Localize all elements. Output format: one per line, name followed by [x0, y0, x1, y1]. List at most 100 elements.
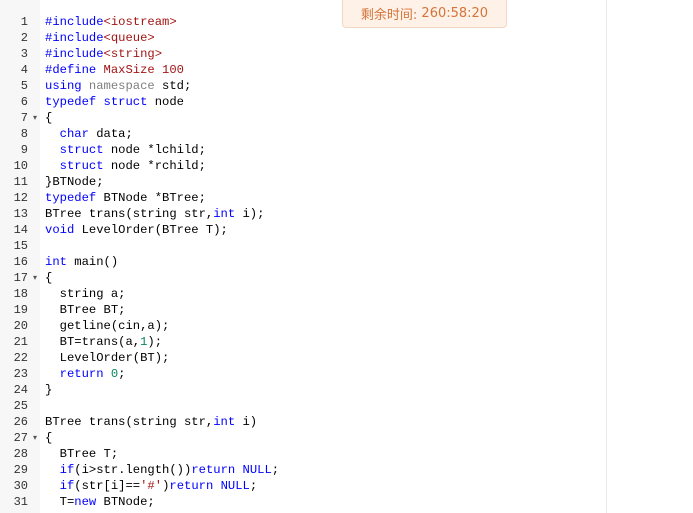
code-line[interactable]: 11}BTNode;	[0, 174, 606, 190]
code-line[interactable]: 6 typedef struct node	[0, 94, 606, 110]
code-line[interactable]: 24}	[0, 382, 606, 398]
code-token: {	[45, 111, 53, 125]
fold-toggle-icon[interactable]: ▾	[31, 430, 39, 446]
code-token: node *rchild;	[110, 159, 206, 173]
code-text: #include<iostream>	[45, 14, 177, 30]
code-token: return	[169, 479, 221, 493]
code-line[interactable]: 10 struct node *rchild;	[0, 158, 606, 174]
code-token: struct	[103, 95, 155, 109]
line-number: 26	[13, 415, 28, 429]
code-token: typedef	[45, 191, 104, 205]
code-line[interactable]: 15	[0, 238, 606, 254]
code-token: struct	[59, 159, 111, 173]
code-line[interactable]: 30 if(str[i]=='#')return NULL;	[0, 478, 606, 494]
code-line[interactable]: 27 ▾ {	[0, 430, 606, 446]
code-token: return	[59, 367, 111, 381]
code-line[interactable]: 29 if(i>str.length())return NULL;	[0, 462, 606, 478]
code-line[interactable]: 8 char data;	[0, 126, 606, 142]
code-token: <queue>	[103, 31, 155, 45]
code-text: using namespace std;	[45, 78, 191, 94]
line-number: 1	[20, 15, 28, 29]
code-text: #include<queue>	[45, 30, 155, 46]
code-token: <iostream>	[103, 15, 177, 29]
line-number: 30	[13, 479, 28, 493]
line-number: 20	[13, 319, 28, 333]
code-text: struct node *lchild;	[45, 142, 206, 158]
line-number: 23	[13, 367, 28, 381]
code-token: BTNode *BTree;	[103, 191, 206, 205]
line-number: 15	[13, 239, 28, 253]
code-text: BTree BT;	[45, 302, 126, 318]
code-token: BTree trans(string str,	[45, 207, 214, 221]
code-text: #define MaxSize 100	[45, 62, 184, 78]
code-text: BTree trans(string str,int i);	[45, 206, 264, 222]
code-token: BT=trans(a,	[45, 335, 141, 349]
code-token: return	[191, 463, 243, 477]
code-token: }	[45, 383, 53, 397]
line-number: 13	[13, 207, 28, 221]
code-line[interactable]: 18 string a;	[0, 286, 606, 302]
code-token: (i>str.length())	[74, 463, 192, 477]
code-line[interactable]: 4 #define MaxSize 100	[0, 62, 606, 78]
code-token: NULL	[242, 463, 272, 477]
line-number: 10	[13, 159, 28, 173]
code-text: }	[45, 382, 52, 398]
code-line[interactable]: 31 T=new BTNode;	[0, 494, 606, 510]
line-number: 12	[13, 191, 28, 205]
code-text: #include<string>	[45, 46, 162, 62]
code-line[interactable]: 9 struct node *lchild;	[0, 142, 606, 158]
code-editor[interactable]: 1 #include<iostream> 2 #include<queue> 3 #inc…	[0, 0, 606, 513]
code-token: i)	[242, 415, 258, 429]
line-number: 31	[13, 495, 28, 509]
code-text: if(str[i]=='#')return NULL;	[45, 478, 258, 494]
code-token: int	[213, 207, 243, 221]
code-line[interactable]: 12 typedef BTNode *BTree;	[0, 190, 606, 206]
right-pane	[607, 0, 693, 513]
code-line[interactable]: 25	[0, 398, 606, 414]
code-token: getline(cin,a);	[45, 319, 170, 333]
code-token: typedef	[45, 95, 104, 109]
timer-value: 260:58:20	[421, 6, 489, 21]
code-line[interactable]: 26 BTree trans(string str,int i)	[0, 414, 606, 430]
code-line[interactable]: 19 BTree BT;	[0, 302, 606, 318]
fold-toggle-icon[interactable]: ▾	[31, 110, 39, 126]
code-line[interactable]: 13 BTree trans(string str,int i);	[0, 206, 606, 222]
code-line[interactable]: 7 ▾ {	[0, 110, 606, 126]
code-line[interactable]: 20 getline(cin,a);	[0, 318, 606, 334]
code-line[interactable]: 28 BTree T;	[0, 446, 606, 462]
code-line[interactable]: 2 #include<queue>	[0, 30, 606, 46]
line-number: 5	[20, 79, 28, 93]
code-token: using	[45, 79, 89, 93]
code-text: {	[45, 110, 52, 126]
code-text: int main()	[45, 254, 118, 270]
code-token: node *lchild;	[110, 143, 206, 157]
code-text: {	[45, 430, 52, 446]
code-token: MaxSize	[103, 63, 163, 77]
code-text: T=new BTNode;	[45, 494, 155, 510]
code-line[interactable]: 3 #include<string>	[0, 46, 606, 62]
code-line[interactable]: 14 void LevelOrder(BTree T);	[0, 222, 606, 238]
code-line[interactable]: 16 int main()	[0, 254, 606, 270]
code-line[interactable]: 23 return 0;	[0, 366, 606, 382]
line-number: 18	[13, 287, 28, 301]
line-number: 28	[13, 447, 28, 461]
code-text: typedef struct node	[45, 94, 184, 110]
code-line[interactable]: 21 BT=trans(a,1);	[0, 334, 606, 350]
code-text: getline(cin,a);	[45, 318, 170, 334]
code-line[interactable]: 22 LevelOrder(BT);	[0, 350, 606, 366]
line-number: 9	[20, 143, 28, 157]
code-lines[interactable]: 1 #include<iostream> 2 #include<queue> 3 #inc…	[0, 14, 606, 510]
code-line[interactable]: 5 using namespace std;	[0, 78, 606, 94]
code-token: string a;	[45, 287, 126, 301]
code-text: BTree trans(string str,int i)	[45, 414, 257, 430]
fold-toggle-icon[interactable]: ▾	[31, 270, 39, 286]
line-number: 24	[13, 383, 28, 397]
code-line[interactable]: 1 #include<iostream>	[0, 14, 606, 30]
code-line[interactable]: 17 ▾ {	[0, 270, 606, 286]
code-token: ;	[118, 367, 126, 381]
countdown-timer: 剩余时间: 260:58:20	[342, 0, 507, 28]
code-text: char data;	[45, 126, 133, 142]
